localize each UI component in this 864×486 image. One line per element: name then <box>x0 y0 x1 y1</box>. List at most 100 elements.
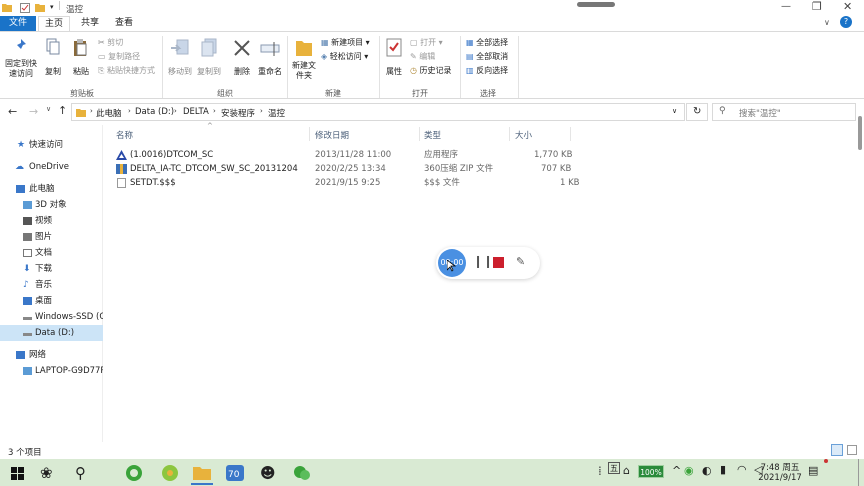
new-folder-quick-icon[interactable] <box>35 3 45 12</box>
pen-icon[interactable]: ✎ <box>516 255 525 268</box>
column-header-type[interactable]: 类型 <box>424 129 441 141</box>
cut-button[interactable]: ✂ 剪切 <box>98 37 123 48</box>
move-to-button[interactable]: 移动到 <box>167 38 193 77</box>
tab-view[interactable]: 查看 <box>108 16 140 31</box>
tray-app-icon[interactable]: ◉ <box>684 464 694 477</box>
help-icon[interactable]: ? <box>840 16 852 28</box>
show-desktop-button[interactable] <box>858 459 859 486</box>
nav-videos[interactable]: 视频 <box>0 213 103 229</box>
paste-shortcut-button[interactable]: ⎘ 粘贴快捷方式 <box>98 65 155 76</box>
maximize-icon[interactable]: ❐ <box>812 0 822 13</box>
file-row[interactable]: DELTA_IA-TC_DTCOM_SW_SC_20131204 2020/2/… <box>114 162 584 176</box>
file-row[interactable]: SETDT.$$$ 2021/9/15 9:25 $$$ 文件 1 KB <box>114 176 584 190</box>
stop-icon[interactable] <box>493 257 504 268</box>
notification-center-icon[interactable]: ▤ <box>808 464 818 477</box>
select-none-button[interactable]: ▤ 全部取消 <box>466 51 508 62</box>
delete-button[interactable]: 删除 <box>230 38 254 77</box>
taskbar-clock[interactable]: 7:48 周五 2021/9/17 <box>758 461 802 483</box>
ie-browser-icon[interactable] <box>160 463 180 483</box>
column-divider[interactable] <box>419 127 420 141</box>
rename-button[interactable]: 重命名 <box>256 38 284 77</box>
tab-share[interactable]: 共享 <box>74 16 106 31</box>
paste-button[interactable]: 粘贴 <box>69 38 93 77</box>
column-header-name[interactable]: 名称 <box>116 129 133 141</box>
nav-downloads[interactable]: ⬇ 下载 <box>0 261 103 277</box>
nav-documents[interactable]: 文档 <box>0 245 103 261</box>
minimize-icon[interactable]: — <box>781 1 791 12</box>
nav-network[interactable]: 网络 <box>0 347 103 363</box>
tab-file[interactable]: 文件 <box>0 16 36 31</box>
nav-quick-access[interactable]: ★ 快速访问 <box>0 137 103 153</box>
tab-home[interactable]: 主页 <box>38 16 70 31</box>
column-header-date[interactable]: 修改日期 <box>315 129 349 141</box>
column-divider[interactable] <box>509 127 510 141</box>
nav-music[interactable]: ♪ 音乐 <box>0 277 103 293</box>
crumb-this-pc[interactable]: 此电脑 <box>96 107 122 119</box>
new-folder-button[interactable]: 新建文件夹 <box>290 38 318 81</box>
properties-quick-icon[interactable] <box>20 3 30 13</box>
ime-indicator[interactable]: 五 <box>608 462 620 474</box>
column-header-size[interactable]: 大小 <box>515 129 532 141</box>
tray-battery-icon[interactable]: ▮ <box>720 463 726 476</box>
tray-security-icon[interactable]: ◐ <box>702 464 712 477</box>
qq-penguin-icon[interactable]: ☻ <box>260 463 280 483</box>
nav-drive-d[interactable]: Data (D:) <box>0 325 103 341</box>
task-view-icon[interactable]: ❀ <box>40 463 60 483</box>
windows-start-icon[interactable] <box>8 463 28 483</box>
new-item-button[interactable]: ▦ 新建项目 ▾ <box>321 37 370 48</box>
crumb-current[interactable]: 温控 <box>268 107 285 119</box>
nav-pictures[interactable]: 图片 <box>0 229 103 245</box>
copy-path-button[interactable]: ▭ 复制路径 <box>98 51 140 62</box>
pin-quick-access-button[interactable]: 固定到快速访问 <box>2 38 40 79</box>
search-taskbar-icon[interactable]: ⚲ <box>75 463 95 483</box>
recent-locations-icon[interactable]: ∨ <box>46 105 51 113</box>
collapse-ribbon-icon[interactable]: ∨ <box>824 18 830 27</box>
forward-arrow-icon[interactable]: → <box>29 105 38 118</box>
crumb-delta[interactable]: DELTA <box>183 107 209 117</box>
pause-icon[interactable]: ❙❙ <box>473 254 493 268</box>
search-box[interactable]: ⚲ 搜索"温控" <box>712 103 856 121</box>
nav-desktop[interactable]: 桌面 <box>0 293 103 309</box>
app-70-icon[interactable]: 70 <box>225 463 245 483</box>
large-icons-view-icon[interactable] <box>847 445 857 455</box>
nav-drive-c[interactable]: Windows-SSD (C: <box>0 309 103 325</box>
network-icon <box>16 351 25 359</box>
nav-onedrive[interactable]: ☁ OneDrive <box>0 159 103 175</box>
scrollbar-thumb[interactable] <box>858 116 862 150</box>
properties-button[interactable]: 属性 <box>382 38 406 77</box>
back-arrow-icon[interactable]: ← <box>8 105 17 118</box>
scrollbar[interactable] <box>856 112 864 442</box>
nav-laptop[interactable]: LAPTOP-G9D77R <box>0 363 103 379</box>
copy-to-button[interactable]: 复制到 <box>196 38 222 77</box>
wechat-icon[interactable] <box>292 463 312 483</box>
open-button[interactable]: ▢ 打开 ▾ <box>410 37 443 48</box>
copy-button[interactable]: 复制 <box>42 38 64 77</box>
quick-access-dropdown-icon[interactable]: ▾ <box>50 3 54 11</box>
column-divider[interactable] <box>309 127 310 141</box>
invert-selection-button[interactable]: ▥ 反向选择 <box>466 65 508 76</box>
crumb-data-d[interactable]: Data (D:) <box>135 107 174 117</box>
easy-access-button[interactable]: ◈ 轻松访问 ▾ <box>321 51 368 62</box>
select-all-button[interactable]: ▦ 全部选择 <box>466 37 508 48</box>
drag-handle[interactable] <box>577 2 615 7</box>
keyboard-layout-icon[interactable]: ⌂ <box>623 464 630 477</box>
details-view-icon[interactable] <box>831 444 843 456</box>
column-divider[interactable] <box>570 127 571 141</box>
wifi-icon[interactable]: ◠ <box>737 463 747 476</box>
nav-this-pc[interactable]: 此电脑 <box>0 181 103 197</box>
file-row[interactable]: (1.0016)DTCOM_SC 2013/11/28 11:00 应用程序 1… <box>114 148 584 162</box>
crumb-install[interactable]: 安装程序 <box>221 107 255 119</box>
up-arrow-icon[interactable]: ↑ <box>58 104 67 117</box>
edit-button[interactable]: ✎ 编辑 <box>410 51 435 62</box>
browser-icon[interactable] <box>124 463 144 483</box>
history-button[interactable]: ◷ 历史记录 <box>410 65 452 76</box>
file-explorer-taskbar-icon[interactable] <box>191 463 211 483</box>
address-dropdown-icon[interactable]: ∨ <box>672 107 677 115</box>
close-icon[interactable]: ✕ <box>843 0 852 13</box>
battery-meter[interactable]: 100% <box>638 465 664 478</box>
show-hidden-icons-icon[interactable]: ^ <box>672 464 681 477</box>
nav-3d-objects[interactable]: 3D 对象 <box>0 197 103 213</box>
address-field[interactable]: › 此电脑 › Data (D:) › DELTA › 安装程序 › 温控 ∨ <box>71 103 685 121</box>
copy-path-icon: ▭ <box>98 52 106 61</box>
refresh-button[interactable]: ↻ <box>686 103 708 121</box>
